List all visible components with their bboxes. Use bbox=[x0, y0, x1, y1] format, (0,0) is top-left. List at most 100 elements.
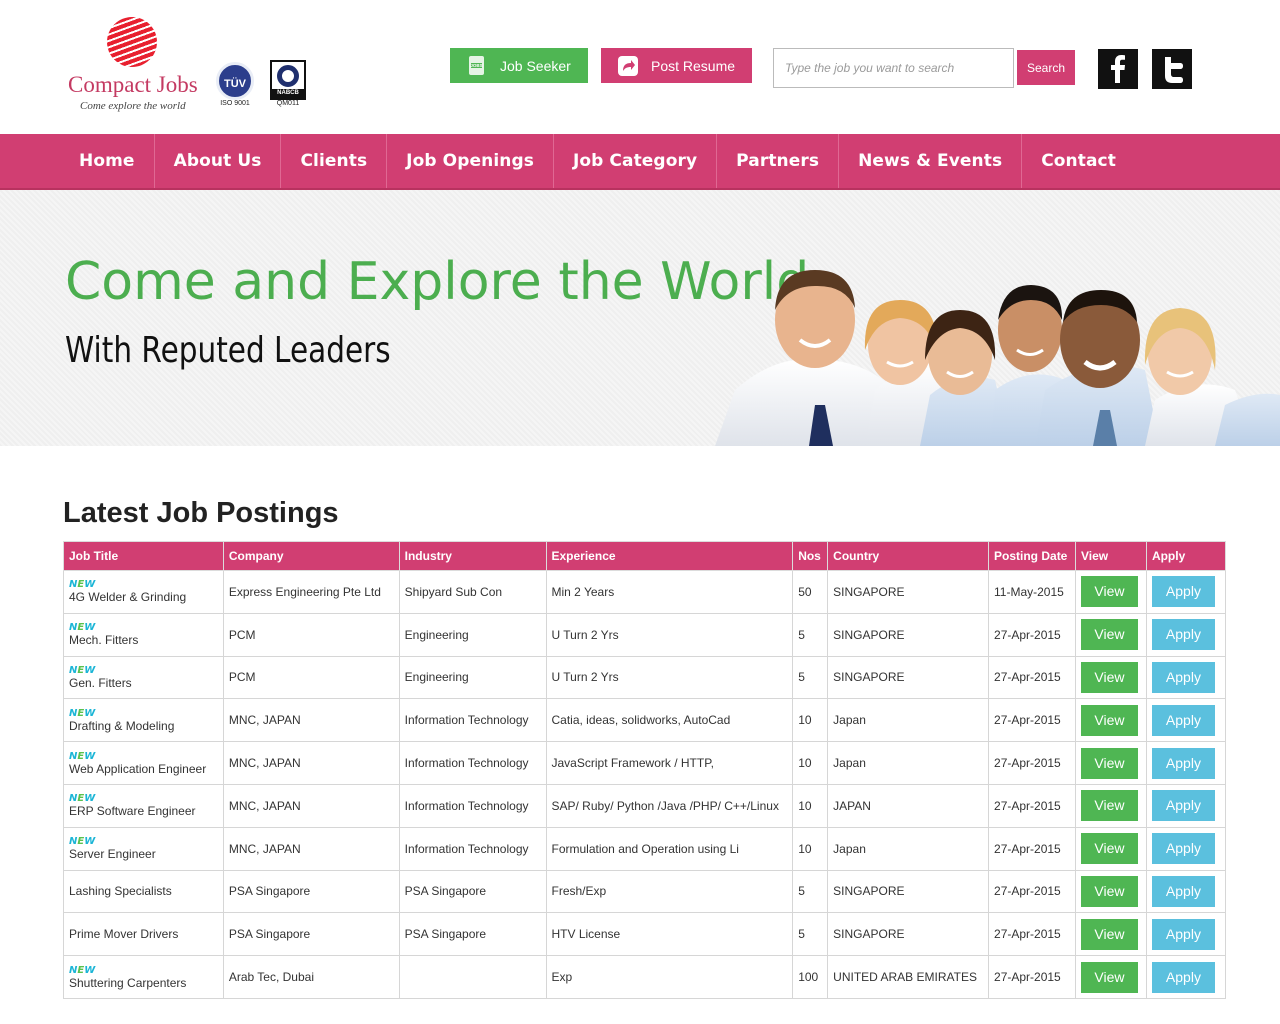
experience-cell: JavaScript Framework / HTTP, bbox=[545, 741, 794, 785]
company-cell: MNC, JAPAN bbox=[222, 698, 400, 743]
view-cell: View bbox=[1074, 783, 1147, 828]
view-button[interactable]: View bbox=[1080, 790, 1138, 822]
col-company: Company bbox=[222, 541, 400, 571]
apply-button[interactable]: Apply bbox=[1151, 875, 1215, 907]
col-apply: Apply bbox=[1145, 541, 1227, 571]
nav-item-job-openings[interactable]: Job Openings bbox=[387, 134, 554, 188]
view-button[interactable]: View bbox=[1080, 576, 1138, 608]
view-button[interactable]: View bbox=[1080, 961, 1138, 993]
table-row: NEW Gen. Fitters PCM Engineering U Turn 2 Yr… bbox=[63, 655, 1227, 700]
new-badge: NEW bbox=[69, 793, 96, 805]
posting-date-cell: 27-Apr-2015 bbox=[988, 612, 1076, 657]
apply-cell: Apply bbox=[1145, 869, 1227, 914]
view-button[interactable]: View bbox=[1080, 747, 1138, 779]
nav-item-partners[interactable]: Partners bbox=[717, 134, 840, 188]
jobs-section-title: Latest Job Postings bbox=[63, 497, 339, 529]
nos-cell: 10 bbox=[792, 698, 829, 743]
view-cell: View bbox=[1074, 698, 1147, 743]
company-cell: Express Engineering Pte Ltd bbox=[222, 570, 400, 614]
job-title: Mech. Fitters bbox=[69, 633, 139, 648]
experience-cell: HTV License bbox=[545, 912, 794, 957]
apply-button[interactable]: Apply bbox=[1151, 790, 1215, 822]
col-experience: Experience bbox=[545, 541, 794, 571]
view-button[interactable]: View bbox=[1080, 619, 1138, 651]
posting-date-cell: 27-Apr-2015 bbox=[988, 783, 1076, 828]
country-cell: SINGAPORE bbox=[827, 570, 990, 614]
view-button[interactable]: View bbox=[1080, 661, 1138, 693]
apply-cell: Apply bbox=[1145, 570, 1227, 614]
apply-button[interactable]: Apply bbox=[1151, 747, 1215, 779]
nos-cell: 5 bbox=[792, 912, 829, 957]
apply-button[interactable]: Apply bbox=[1151, 918, 1215, 950]
view-button[interactable]: View bbox=[1080, 918, 1138, 950]
apply-cell: Apply bbox=[1145, 783, 1227, 828]
nos-cell: 10 bbox=[792, 826, 829, 871]
view-cell: View bbox=[1074, 869, 1147, 914]
experience-cell: U Turn 2 Yrs bbox=[545, 655, 794, 700]
nav-item-contact[interactable]: Contact bbox=[1022, 134, 1135, 188]
nav-item-job-category[interactable]: Job Category bbox=[554, 134, 718, 188]
job-title: Server Engineer bbox=[69, 847, 156, 862]
experience-cell: SAP/ Ruby/ Python /Java /PHP/ C++/Linux bbox=[545, 783, 794, 828]
nos-cell: 10 bbox=[792, 783, 829, 828]
new-badge: NEW bbox=[69, 579, 96, 591]
company-cell: MNC, JAPAN bbox=[222, 826, 400, 871]
professionals-group-image bbox=[715, 270, 1280, 446]
industry-cell: Information Technology bbox=[398, 783, 547, 828]
view-button[interactable]: View bbox=[1080, 704, 1138, 736]
company-cell: PCM bbox=[222, 655, 400, 700]
apply-button[interactable]: Apply bbox=[1151, 961, 1215, 993]
new-badge: NEW bbox=[69, 664, 96, 676]
post-resume-button[interactable]: Post Resume bbox=[601, 48, 752, 83]
apply-button[interactable]: Apply bbox=[1151, 833, 1215, 865]
twitter-icon[interactable] bbox=[1152, 49, 1192, 89]
search-button[interactable]: Search bbox=[1017, 50, 1075, 85]
view-cell: View bbox=[1074, 912, 1147, 957]
job-seeker-label: Job Seeker bbox=[500, 57, 571, 74]
apply-cell: Apply bbox=[1145, 698, 1227, 743]
job-title: Drafting & Modeling bbox=[69, 718, 175, 733]
view-button[interactable]: View bbox=[1080, 833, 1138, 865]
table-row: NEW Mech. Fitters PCM Engineering U Turn 2 Y… bbox=[63, 612, 1227, 657]
job-search-input[interactable] bbox=[773, 48, 1014, 88]
nabcb-certification: NABCB QM011 bbox=[268, 60, 308, 107]
table-row: NEW Drafting & Modeling MNC, JAPAN Informat… bbox=[63, 698, 1227, 743]
view-cell: View bbox=[1074, 570, 1147, 614]
table-row: NEW Web Application Engineer MNC, JAPAN Inf… bbox=[63, 741, 1227, 785]
apply-button[interactable]: Apply bbox=[1151, 704, 1215, 736]
industry-cell: Information Technology bbox=[398, 826, 547, 871]
experience-cell: Fresh/Exp bbox=[545, 869, 794, 914]
apply-button[interactable]: Apply bbox=[1151, 619, 1215, 651]
apply-cell: Apply bbox=[1145, 955, 1227, 999]
job-title-cell: NEW Web Application Engineer bbox=[63, 741, 224, 785]
tuv-certification: TÜV ISO 9001 bbox=[214, 62, 256, 107]
country-cell: SINGAPORE bbox=[827, 912, 990, 957]
job-seeker-button[interactable]: JOBS Job Seeker bbox=[450, 48, 588, 83]
nabcb-badge-icon: NABCB bbox=[270, 60, 306, 100]
nav-item-news-events[interactable]: News & Events bbox=[839, 134, 1023, 188]
main-nav: Home About Us Clients Job Openings Job C… bbox=[0, 134, 1280, 190]
apply-button[interactable]: Apply bbox=[1151, 576, 1215, 608]
industry-cell: PSA Singapore bbox=[398, 869, 547, 914]
posting-date-cell: 27-Apr-2015 bbox=[988, 698, 1076, 743]
new-badge: NEW bbox=[69, 836, 96, 848]
facebook-icon[interactable] bbox=[1098, 49, 1138, 89]
industry-cell: Engineering bbox=[398, 612, 547, 657]
nos-cell: 10 bbox=[792, 741, 829, 785]
view-button[interactable]: View bbox=[1080, 875, 1138, 907]
nav-item-about-us[interactable]: About Us bbox=[155, 134, 282, 188]
job-title-cell: NEW 4G Welder & Grinding bbox=[63, 570, 224, 614]
nav-item-clients[interactable]: Clients bbox=[281, 134, 388, 188]
apply-button[interactable]: Apply bbox=[1151, 661, 1215, 693]
job-title: ERP Software Engineer bbox=[69, 804, 196, 819]
company-cell: PCM bbox=[222, 612, 400, 657]
posting-date-cell: 27-Apr-2015 bbox=[988, 741, 1076, 785]
job-title: Gen. Fitters bbox=[69, 675, 132, 690]
brand-logo[interactable]: Compact Jobs Come explore the world bbox=[68, 14, 208, 114]
industry-cell: Shipyard Sub Con bbox=[398, 570, 547, 614]
col-nos: Nos bbox=[792, 541, 829, 571]
col-view: View bbox=[1074, 541, 1147, 571]
nos-cell: 5 bbox=[792, 869, 829, 914]
nav-item-home[interactable]: Home bbox=[60, 134, 155, 188]
table-header-row: Job Title Company Industry Experience No… bbox=[63, 541, 1227, 571]
